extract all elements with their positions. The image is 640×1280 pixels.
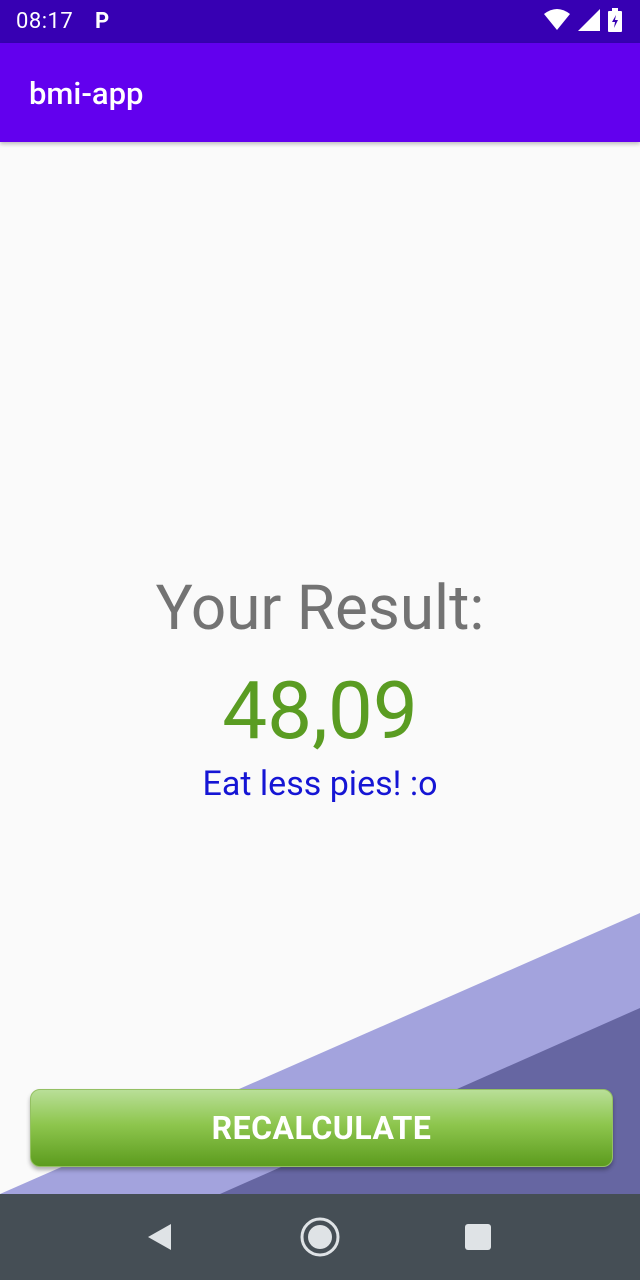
- result-message: Eat less pies! :o: [202, 764, 438, 804]
- notification-p-icon: P: [95, 9, 110, 34]
- app-bar: bmi-app: [0, 43, 640, 142]
- status-icons: [544, 8, 622, 36]
- wifi-icon: [544, 9, 570, 35]
- back-button[interactable]: [130, 1194, 190, 1280]
- home-icon: [300, 1217, 340, 1257]
- app-title: bmi-app: [29, 75, 144, 112]
- battery-icon: [608, 8, 622, 36]
- home-button[interactable]: [290, 1194, 350, 1280]
- recent-apps-button[interactable]: [448, 1194, 508, 1280]
- back-icon: [148, 1224, 171, 1250]
- bmi-value: 48,09: [222, 664, 418, 758]
- result-screen: Your Result: 48,09 Eat less pies! :o REC…: [0, 142, 640, 1194]
- signal-icon: [578, 9, 600, 35]
- result-title: Your Result:: [155, 572, 485, 645]
- recalculate-button[interactable]: RECALCULATE: [30, 1089, 613, 1167]
- recent-apps-icon: [465, 1224, 491, 1250]
- status-time: 08:17: [16, 9, 74, 34]
- navigation-bar: [0, 1194, 640, 1280]
- status-bar: 08:17 P: [0, 0, 640, 43]
